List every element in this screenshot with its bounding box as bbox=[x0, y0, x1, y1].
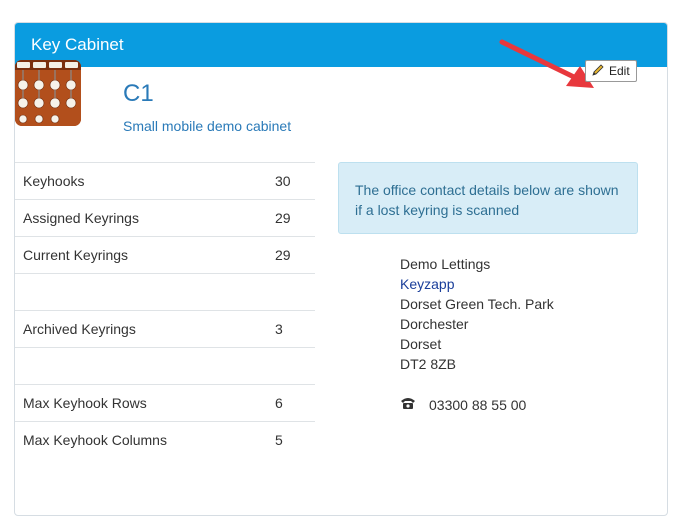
edit-button-label: Edit bbox=[609, 64, 630, 78]
info-alert: The office contact details below are sho… bbox=[338, 162, 638, 234]
edit-button[interactable]: Edit bbox=[585, 60, 637, 82]
stat-value: 29 bbox=[275, 210, 291, 226]
address-town: Dorchester bbox=[400, 316, 469, 332]
phone-number: 03300 88 55 00 bbox=[429, 396, 527, 413]
stat-value: 30 bbox=[275, 173, 291, 189]
stat-label: Archived Keyrings bbox=[23, 321, 136, 337]
key-cabinet-photo-icon bbox=[15, 60, 81, 126]
telephone-icon bbox=[400, 396, 416, 413]
stat-label: Max Keyhook Columns bbox=[23, 432, 167, 448]
company-name: Demo Lettings bbox=[400, 256, 491, 272]
stat-value: 6 bbox=[275, 395, 283, 411]
address-county: Dorset bbox=[400, 336, 442, 352]
stat-label: Current Keyrings bbox=[23, 247, 129, 263]
company-link[interactable]: Keyzapp bbox=[400, 274, 554, 294]
pencil-icon bbox=[591, 63, 605, 80]
office-phone: 03300 88 55 00 bbox=[400, 396, 526, 413]
stat-value: 29 bbox=[275, 247, 291, 263]
cabinet-name: C1 bbox=[123, 80, 154, 107]
stat-label: Assigned Keyrings bbox=[23, 210, 139, 226]
cabinet-description: Small mobile demo cabinet bbox=[123, 118, 292, 134]
table-row: Current Keyrings 29 bbox=[15, 236, 315, 273]
stat-value: 5 bbox=[275, 432, 283, 448]
address-line: Dorset Green Tech. Park bbox=[400, 296, 554, 312]
stat-label: Keyhooks bbox=[23, 173, 85, 189]
table-row: Max Keyhook Columns 5 bbox=[15, 421, 315, 458]
stat-value: 3 bbox=[275, 321, 283, 337]
table-row: Archived Keyrings 3 bbox=[15, 310, 315, 347]
table-row bbox=[15, 347, 315, 384]
table-row: Assigned Keyrings 29 bbox=[15, 199, 315, 236]
cabinet-stats-table: Keyhooks 30 Assigned Keyrings 29 Current K… bbox=[15, 162, 315, 458]
table-row: Keyhooks 30 bbox=[15, 162, 315, 199]
office-address: Demo Lettings Keyzapp Dorset Green Tech.… bbox=[400, 254, 554, 374]
address-postcode: DT2 8ZB bbox=[400, 356, 457, 372]
stat-label: Max Keyhook Rows bbox=[23, 395, 147, 411]
table-row bbox=[15, 273, 315, 310]
table-row: Max Keyhook Rows 6 bbox=[15, 384, 315, 421]
